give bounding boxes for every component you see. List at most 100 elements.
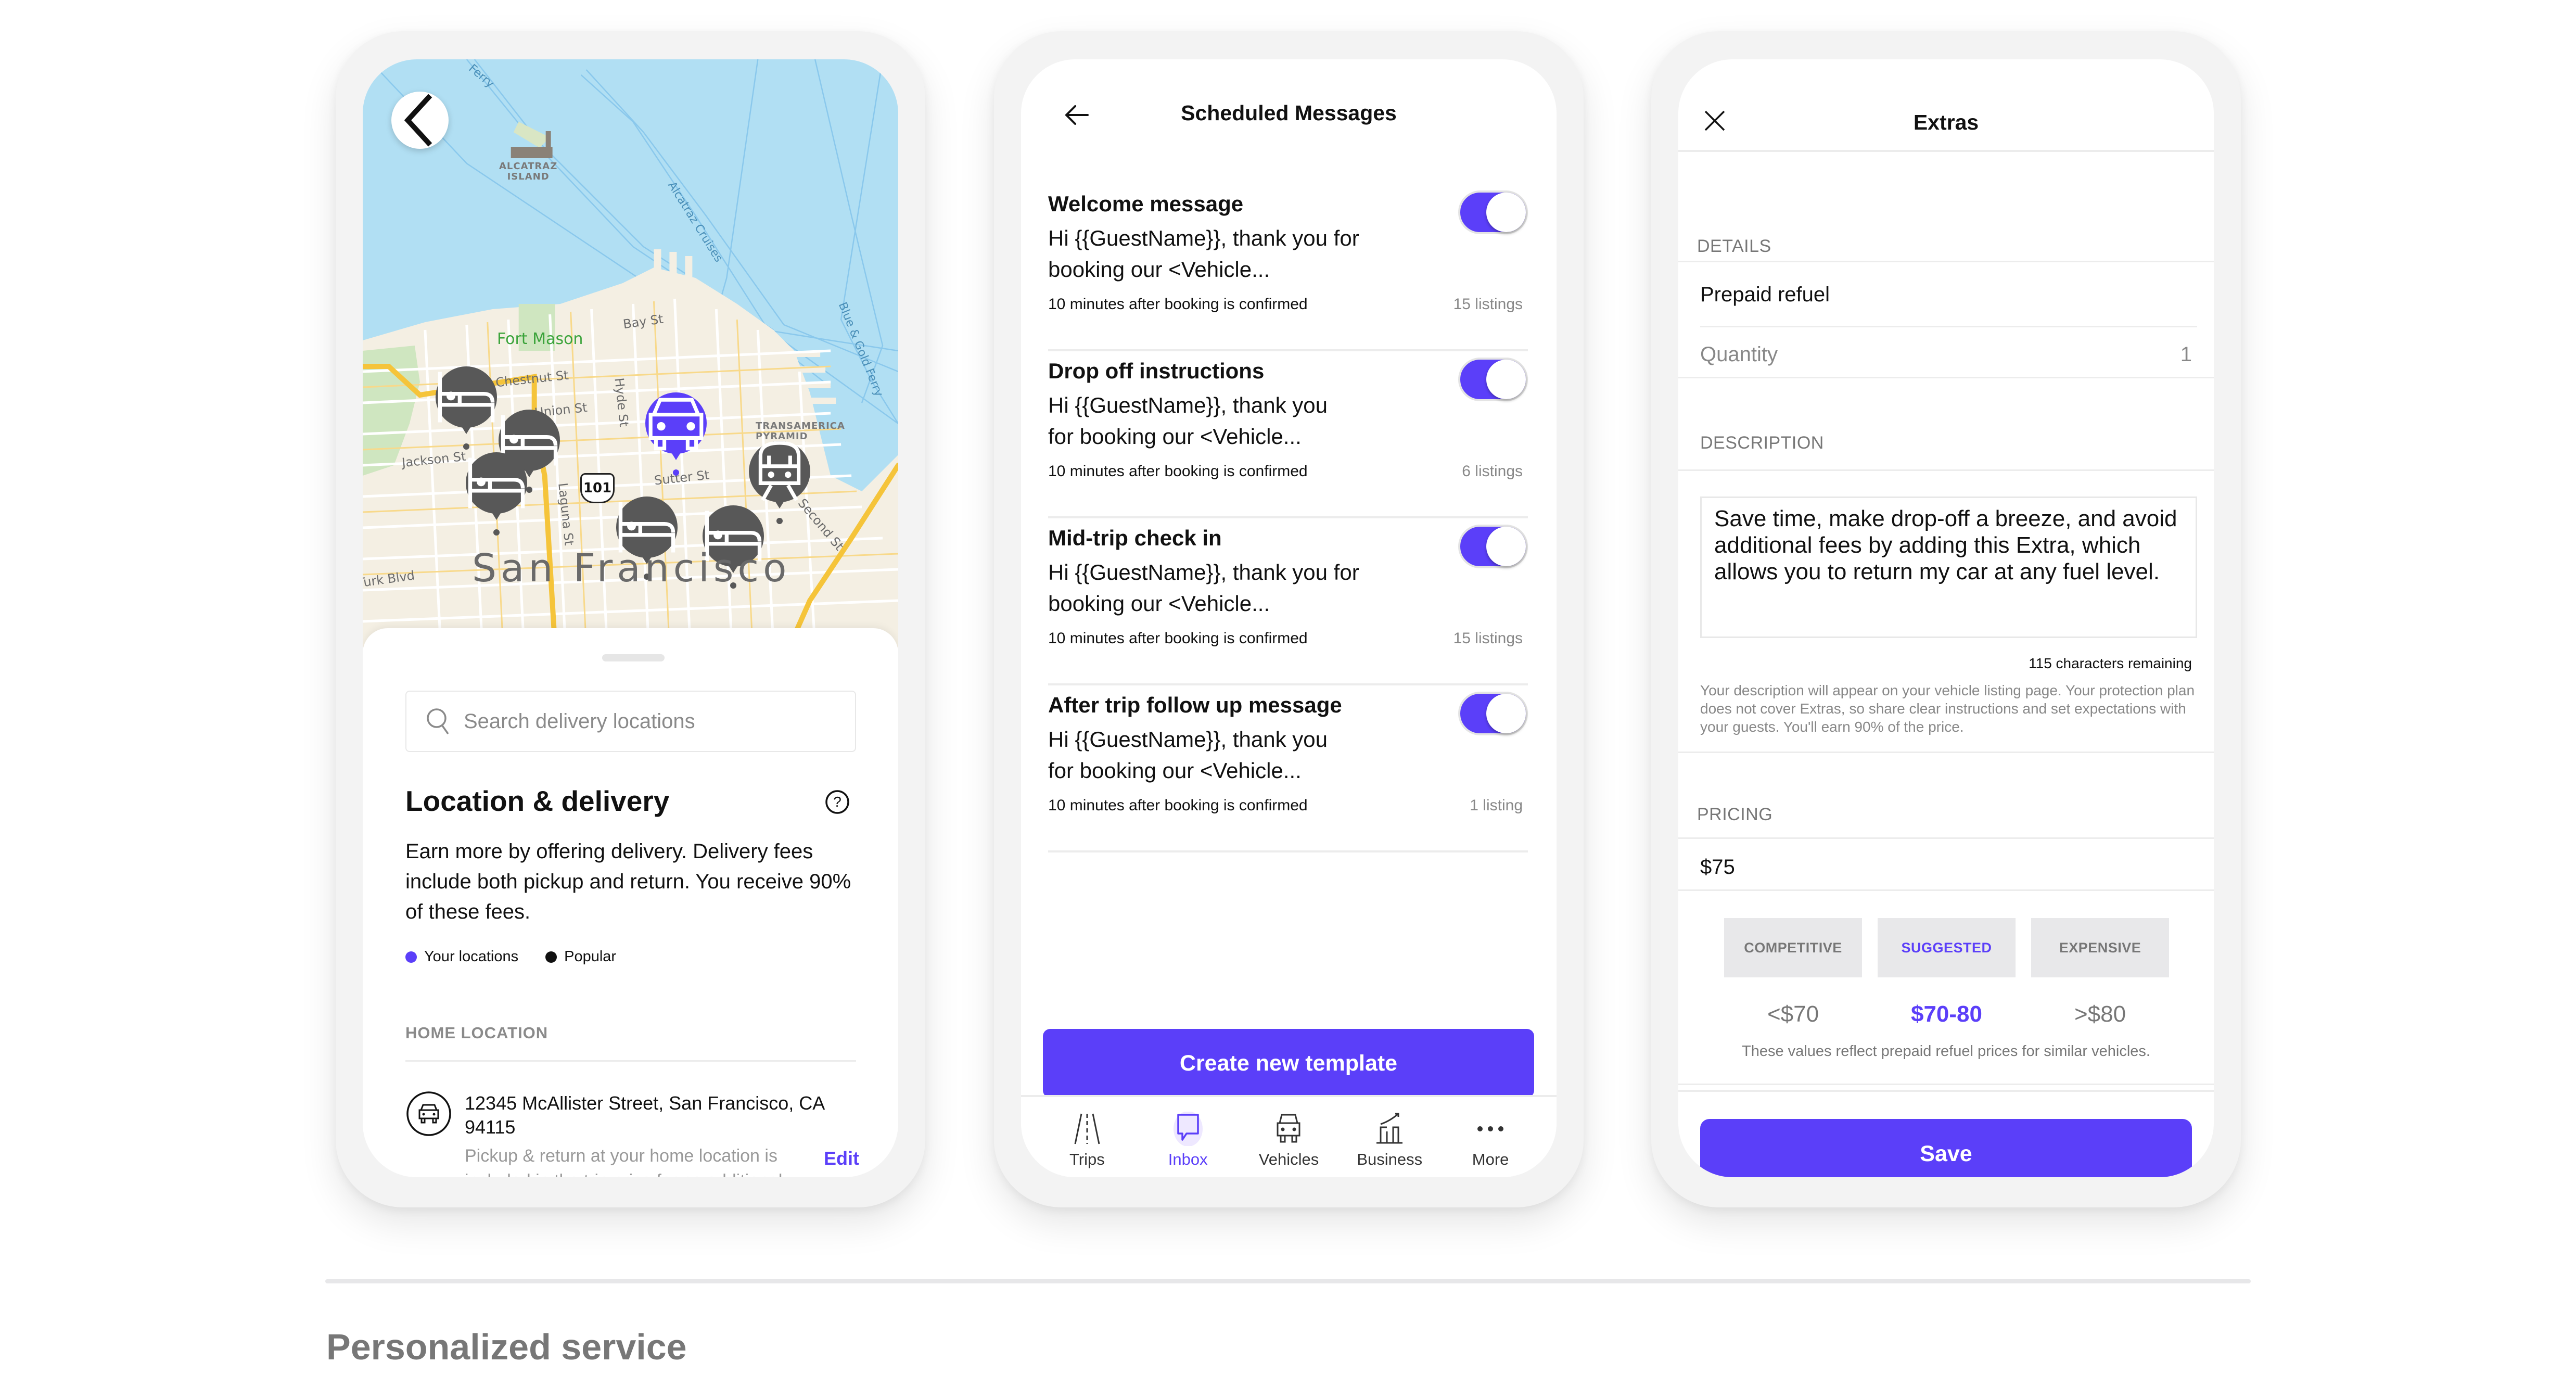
- map-legend: Your locations Popular: [405, 948, 643, 965]
- map-pin-hotel[interactable]: [466, 452, 527, 536]
- phone-mockup-extras: Extras DETAILS Prepaid refuel Quantity 1…: [1651, 31, 2241, 1207]
- message-schedule: 10 minutes after booking is confirmed: [1048, 797, 1308, 814]
- legend-label: Your locations: [424, 948, 519, 965]
- message-item[interactable]: Welcome message Hi {{GuestName}}, thank …: [1048, 184, 1528, 351]
- legend-label: Popular: [564, 948, 617, 965]
- section-divider: [325, 1279, 2251, 1283]
- sheet-grabber[interactable]: [602, 654, 665, 661]
- divider: [405, 1060, 856, 1062]
- map-label-park: Fort Mason: [497, 330, 583, 348]
- search-icon: [427, 708, 449, 735]
- tier-label: SUGGESTED: [1878, 918, 2016, 977]
- bottom-tab-bar: Trips Inbox Vehicles Business More: [1021, 1095, 1557, 1177]
- map-view[interactable]: ALCATRAZ ISLAND Alcatraz Cruises Blue & …: [363, 59, 898, 647]
- bed-icon: [438, 372, 495, 423]
- message-toggle[interactable]: [1458, 525, 1528, 568]
- message-toggle[interactable]: [1458, 190, 1528, 234]
- legend-item-popular: Popular: [545, 948, 616, 965]
- tab-business[interactable]: Business: [1348, 1097, 1431, 1177]
- create-template-button[interactable]: Create new template: [1043, 1029, 1534, 1098]
- message-schedule: 10 minutes after booking is confirmed: [1048, 630, 1308, 647]
- extras-screen: Extras DETAILS Prepaid refuel Quantity 1…: [1678, 59, 2214, 1177]
- divider: [1678, 1090, 2214, 1092]
- map-label-alcatraz: ALCATRAZ ISLAND: [499, 161, 558, 182]
- search-delivery-input[interactable]: Search delivery locations: [405, 691, 856, 752]
- page-title: Scheduled Messages: [1181, 101, 1397, 125]
- tab-label: Trips: [1069, 1150, 1105, 1168]
- message-preview: Hi {{GuestName}}, thank you for booking …: [1048, 727, 1328, 783]
- message-toggle[interactable]: [1458, 358, 1528, 401]
- phone-mockup-location: ALCATRAZ ISLAND Alcatraz Cruises Blue & …: [336, 31, 925, 1207]
- edit-home-link[interactable]: Edit: [824, 1148, 859, 1169]
- tier-competitive[interactable]: COMPETITIVE <$70: [1724, 918, 1862, 1027]
- chart-icon: [1376, 1113, 1403, 1144]
- more-dots-icon: [1477, 1126, 1504, 1131]
- chevron-left-icon: [404, 94, 432, 147]
- save-button[interactable]: Save: [1700, 1119, 2192, 1177]
- section-heading: Personalized service: [326, 1327, 687, 1367]
- road-icon: [1074, 1113, 1100, 1144]
- map-pin-your-vehicle[interactable]: [645, 392, 707, 476]
- quantity-label: Quantity: [1700, 343, 1778, 366]
- price-tiers: COMPETITIVE <$70 SUGGESTED $70-80 EXPENS…: [1724, 918, 2169, 1027]
- tier-suggested[interactable]: SUGGESTED $70-80: [1878, 918, 2016, 1027]
- map-pin-hotel[interactable]: [436, 366, 497, 450]
- purple-dot-icon: [405, 951, 417, 963]
- chat-bubble-icon: [1173, 1112, 1203, 1146]
- price-input[interactable]: $75: [1700, 856, 1735, 879]
- quantity-value[interactable]: 1: [2180, 343, 2192, 366]
- tier-value: $70-80: [1910, 1001, 1982, 1027]
- bed-icon: [468, 457, 525, 508]
- tab-label: More: [1472, 1150, 1509, 1168]
- car-icon: [1277, 1114, 1300, 1143]
- map-pin-train[interactable]: [749, 441, 810, 524]
- tier-value: <$70: [1767, 1001, 1819, 1027]
- phone-mockup-messages: Scheduled Messages Welcome message Hi {{…: [994, 31, 1584, 1207]
- map-label-city: San Francisco: [472, 546, 791, 591]
- page-title: Extras: [1913, 110, 1979, 134]
- help-icon[interactable]: ?: [825, 790, 850, 814]
- message-schedule: 10 minutes after booking is confirmed: [1048, 296, 1308, 313]
- black-dot-icon: [545, 951, 557, 963]
- listing-count: 15 listings: [1453, 630, 1523, 647]
- divider: [1678, 469, 2214, 471]
- divider: [1678, 889, 2214, 891]
- car-icon: [648, 398, 704, 451]
- message-title: After trip follow up message: [1048, 693, 1342, 717]
- message-item[interactable]: Mid-trip check in Hi {{GuestName}}, than…: [1048, 518, 1528, 685]
- message-preview: Hi {{GuestName}}, thank you for booking …: [1048, 393, 1328, 449]
- description-help-text: Your description will appear on your veh…: [1700, 682, 2195, 735]
- tab-label: Inbox: [1168, 1150, 1208, 1168]
- location-delivery-screen: ALCATRAZ ISLAND Alcatraz Cruises Blue & …: [363, 59, 898, 1177]
- message-title: Mid-trip check in: [1048, 526, 1222, 550]
- nav-bar: Scheduled Messages: [1021, 59, 1557, 153]
- section-title: Location & delivery: [405, 785, 670, 817]
- svg-text:?: ?: [833, 794, 841, 810]
- message-title: Welcome message: [1048, 192, 1244, 216]
- description-textarea[interactable]: Save time, make drop-off a breeze, and a…: [1700, 496, 2197, 638]
- tier-expensive[interactable]: EXPENSIVE >$80: [2031, 918, 2169, 1027]
- train-icon: [758, 441, 801, 501]
- message-item[interactable]: Drop off instructions Hi {{GuestName}}, …: [1048, 351, 1528, 518]
- message-preview: Hi {{GuestName}}, thank you for booking …: [1048, 560, 1359, 616]
- tab-inbox[interactable]: Inbox: [1146, 1097, 1230, 1177]
- car-circle-icon: [406, 1091, 451, 1136]
- listing-count: 15 listings: [1453, 296, 1523, 313]
- back-button[interactable]: [391, 92, 449, 149]
- tab-label: Vehicles: [1258, 1150, 1319, 1168]
- tier-value: >$80: [2074, 1001, 2126, 1027]
- pricing-label: PRICING: [1697, 805, 1773, 824]
- message-item[interactable]: After trip follow up message Hi {{GuestN…: [1048, 685, 1528, 852]
- divider: [1700, 326, 2197, 327]
- divider: [1678, 377, 2214, 378]
- tab-more[interactable]: More: [1449, 1097, 1532, 1177]
- message-toggle[interactable]: [1458, 692, 1528, 735]
- search-placeholder: Search delivery locations: [464, 709, 695, 733]
- listing-count: 6 listings: [1462, 463, 1523, 480]
- home-location-label: HOME LOCATION: [405, 1024, 549, 1042]
- location-bottom-sheet: Search delivery locations Location & del…: [363, 628, 898, 1177]
- tab-vehicles[interactable]: Vehicles: [1247, 1097, 1330, 1177]
- nav-bar: Extras: [1678, 59, 2214, 152]
- tab-trips[interactable]: Trips: [1045, 1097, 1129, 1177]
- extra-name-field[interactable]: Prepaid refuel: [1700, 283, 1830, 307]
